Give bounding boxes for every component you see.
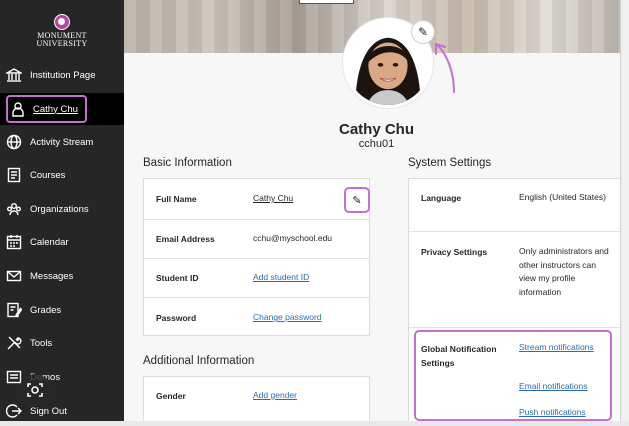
change-password-link[interactable]: Change password (253, 311, 322, 325)
user-icon (9, 100, 27, 118)
email-row: Email Address cchu@myschool.edu (144, 219, 369, 258)
calendar-icon (5, 233, 23, 251)
sidebar-item-organizations[interactable]: Organizations (0, 194, 124, 224)
sign-out-icon (5, 402, 23, 420)
university-seal-icon (54, 14, 70, 30)
system-settings-title: System Settings (408, 157, 492, 169)
sidebar-item-courses[interactable]: Courses (0, 160, 124, 190)
main-content: ✎ Cathy Chu cchu01 Basic Information Ful… (124, 0, 629, 426)
privacy-value: Only administrators and other instructor… (519, 246, 609, 297)
sidebar-item-activity-stream[interactable]: Activity Stream (0, 127, 124, 157)
additional-info-card: Gender Add gender (143, 376, 370, 426)
full-name-label: Full Name (156, 194, 197, 204)
university-logo[interactable]: MONUMENT UNIVERSITY (0, 14, 124, 48)
top-tab-indicator (299, 0, 354, 4)
additional-info-title: Additional Information (143, 355, 255, 367)
language-label: Language (421, 193, 462, 203)
add-gender-link[interactable]: Add gender (253, 389, 297, 403)
privacy-row: Privacy Settings Only administrators and… (409, 231, 620, 327)
logo-line-2: UNIVERSITY (36, 39, 88, 48)
privacy-label: Privacy Settings (421, 247, 488, 257)
email-notifications-link[interactable]: Email notifications (519, 380, 588, 394)
sidebar-item-label: Grades (30, 304, 62, 316)
email-value: cchu@myschool.edu (253, 233, 333, 243)
institution-icon (5, 66, 23, 84)
notifications-row: Global Notification Settings Stream noti… (409, 327, 620, 426)
full-name-value: Cathy Chu (253, 193, 294, 203)
sidebar-item-label: Calendar (30, 236, 69, 248)
sidebar-item-label: Tools (30, 337, 53, 349)
profile-username: cchu01 (358, 138, 395, 150)
password-row: Password Change password (144, 297, 369, 337)
sidebar-item-label: Institution Page (30, 69, 96, 81)
language-value: English (United States) (519, 192, 606, 202)
student-id-row: Student ID Add student ID (144, 258, 369, 297)
tools-icon (5, 334, 23, 352)
sidebar-item-tools[interactable]: Tools (0, 328, 124, 358)
stream-notifications-link[interactable]: Stream notifications (519, 341, 594, 355)
notifications-label: Global Notification Settings (421, 344, 497, 368)
envelope-icon (5, 267, 23, 285)
email-label: Email Address (156, 234, 215, 244)
sidebar-item-cathy-chu[interactable]: Cathy Chu (0, 93, 124, 125)
profile-name: Cathy Chu (339, 121, 414, 138)
sidebar-item-label: Messages (30, 270, 74, 282)
sidebar-item-label: Sign Out (30, 405, 67, 417)
push-notifications-link[interactable]: Push notifications (519, 406, 586, 420)
screenshot-lens-icon[interactable] (19, 374, 51, 406)
basic-info-title: Basic Information (143, 157, 232, 169)
student-id-label: Student ID (156, 273, 199, 283)
sidebar-item-label: Courses (30, 169, 66, 181)
sidebar-item-label: Organizations (30, 203, 89, 215)
system-settings-card: Language English (United States) Privacy… (408, 178, 620, 426)
globe-icon (5, 133, 23, 151)
annotation-arrow-icon (435, 43, 455, 93)
window-bottom-border (0, 421, 629, 426)
edit-name-pencil-icon[interactable]: ✎ (344, 187, 370, 213)
add-student-id-link[interactable]: Add student ID (253, 271, 309, 285)
password-label: Password (156, 313, 197, 323)
gender-label: Gender (156, 391, 186, 401)
gender-row: Gender Add gender (144, 377, 369, 416)
sidebar-item-institution-page[interactable]: Institution Page (0, 60, 124, 90)
basic-info-card: Full Name Cathy Chu ✎ Email Address cchu… (143, 178, 370, 336)
sidebar-item-label: Cathy Chu (33, 103, 78, 115)
full-name-row: Full Name Cathy Chu ✎ (144, 179, 370, 219)
sidebar-item-grades[interactable]: Grades (0, 295, 124, 325)
sidebar: MONUMENT UNIVERSITY Institution Page Cat… (0, 0, 124, 426)
courses-icon (5, 166, 23, 184)
grades-icon (5, 301, 23, 319)
window-scrollbar[interactable] (620, 0, 629, 426)
sidebar-item-label: Activity Stream (30, 136, 94, 148)
language-row: Language English (United States) (409, 179, 620, 231)
sidebar-item-messages[interactable]: Messages (0, 261, 124, 291)
organizations-icon (5, 200, 23, 218)
sidebar-item-calendar[interactable]: Calendar (0, 227, 124, 257)
